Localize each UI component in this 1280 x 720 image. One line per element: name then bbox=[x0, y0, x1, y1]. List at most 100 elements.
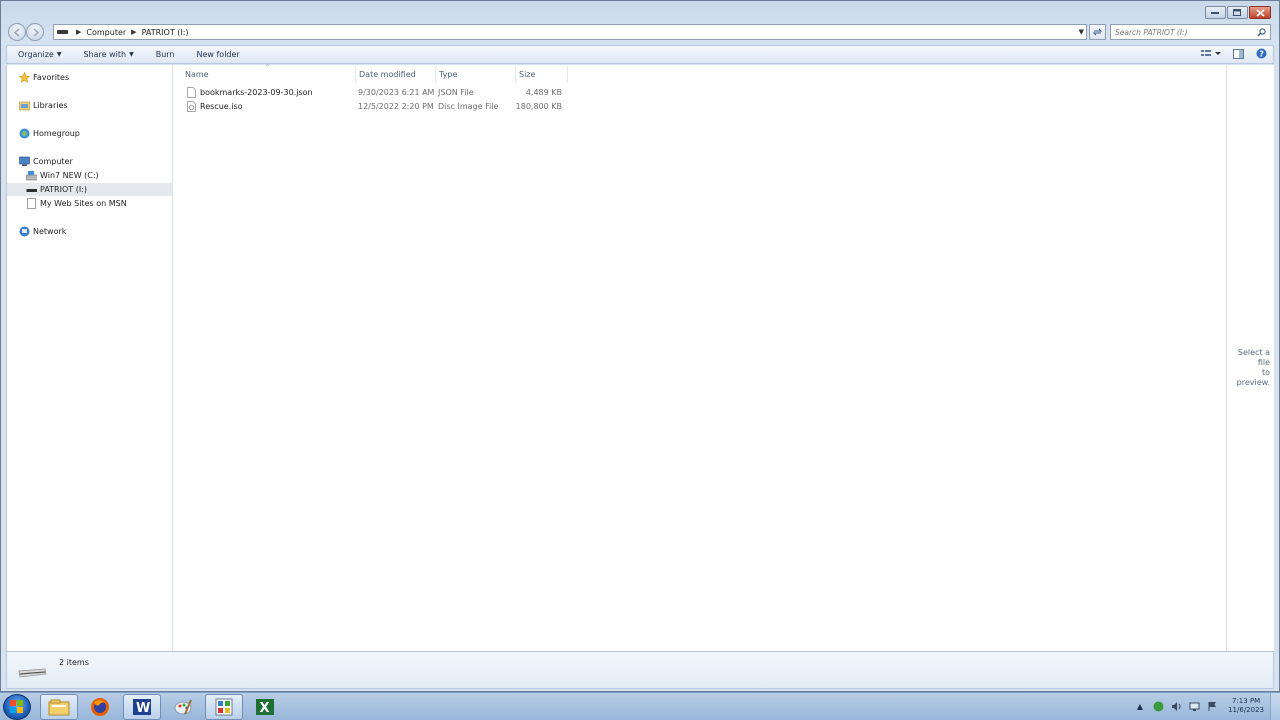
file-name-cell[interactable]: Rescue.iso bbox=[187, 99, 243, 113]
close-icon bbox=[1255, 8, 1265, 17]
preview-pane-button[interactable] bbox=[1233, 48, 1244, 59]
usb-drive-icon bbox=[26, 184, 37, 195]
back-button[interactable] bbox=[8, 23, 26, 41]
item-count: 2 items bbox=[59, 658, 89, 667]
sidebar-item-computer[interactable]: Computer bbox=[7, 155, 172, 168]
refresh-button[interactable] bbox=[1089, 24, 1106, 40]
show-hidden-icons-icon[interactable]: ▲ bbox=[1134, 701, 1146, 713]
column-header-label: Type bbox=[439, 70, 458, 79]
minimize-button[interactable] bbox=[1205, 6, 1226, 19]
explorer-window: ▶ Computer ▶ PATRIOT (I:) ▼ Organize▼ Sh… bbox=[0, 0, 1280, 692]
column-divider[interactable] bbox=[567, 66, 568, 83]
search-icon[interactable] bbox=[1257, 28, 1266, 37]
security-shield-icon[interactable] bbox=[1152, 701, 1164, 713]
preview-pane: Select a file to preview. bbox=[1226, 65, 1274, 651]
taskbar-word[interactable]: W bbox=[123, 694, 161, 720]
search-input[interactable] bbox=[1115, 27, 1255, 37]
computer-icon bbox=[19, 156, 30, 167]
sort-ascending-icon: ^ bbox=[265, 64, 271, 71]
share-with-button[interactable]: Share with ▼ bbox=[72, 46, 144, 63]
help-button[interactable]: ? bbox=[1256, 48, 1267, 59]
column-divider[interactable] bbox=[435, 66, 436, 83]
taskbar-paint[interactable] bbox=[164, 694, 202, 720]
sidebar-item-patriot-drive[interactable]: PATRIOT (I:) bbox=[7, 183, 172, 196]
minimize-icon bbox=[1211, 11, 1219, 14]
close-button[interactable] bbox=[1249, 6, 1271, 19]
help-icon: ? bbox=[1256, 48, 1267, 59]
taskbar-excel[interactable]: X bbox=[246, 694, 284, 720]
sidebar-item-network[interactable]: Network bbox=[7, 225, 172, 238]
word-icon: W bbox=[133, 699, 151, 716]
forward-button[interactable] bbox=[26, 23, 44, 41]
action-center-flag-icon[interactable] bbox=[1206, 701, 1218, 713]
network-status-icon[interactable] bbox=[1188, 701, 1200, 713]
clock-time: 7:13 PM bbox=[1231, 697, 1261, 705]
taskbar-windows-explorer[interactable] bbox=[40, 694, 78, 720]
file-date: 9/30/2023 6:21 AM bbox=[358, 87, 435, 97]
maximize-button[interactable] bbox=[1227, 6, 1248, 19]
navigation-pane[interactable]: Favorites Libraries Homegroup Computer W… bbox=[7, 65, 173, 651]
address-dropdown-icon[interactable]: ▼ bbox=[1079, 28, 1084, 36]
file-date: 12/5/2022 2:20 PM bbox=[358, 101, 434, 111]
table-row[interactable]: Rescue.iso 12/5/2022 2:20 PM Disc Image … bbox=[182, 99, 572, 113]
drive-icon bbox=[26, 170, 37, 181]
file-name-cell[interactable]: bookmarks-2023-09-30.json bbox=[187, 85, 313, 99]
column-header-label: Name bbox=[185, 70, 209, 79]
homegroup-icon bbox=[19, 128, 30, 139]
start-button[interactable] bbox=[3, 694, 31, 720]
volume-icon[interactable] bbox=[1170, 701, 1182, 713]
excel-icon: X bbox=[256, 699, 274, 716]
column-header-size[interactable]: Size bbox=[519, 68, 535, 81]
file-name: Rescue.iso bbox=[200, 101, 243, 111]
system-clock[interactable]: 7:13 PM 11/6/2023 bbox=[1228, 697, 1264, 715]
column-divider[interactable] bbox=[355, 66, 356, 83]
usb-drive-icon bbox=[57, 30, 68, 34]
burn-button[interactable]: Burn bbox=[145, 46, 186, 63]
taskbar-firefox[interactable] bbox=[81, 694, 119, 720]
maximize-icon bbox=[1233, 8, 1241, 16]
address-bar[interactable]: ▶ Computer ▶ PATRIOT (I:) ▼ bbox=[53, 24, 1087, 40]
firefox-icon bbox=[91, 698, 109, 716]
network-icon bbox=[19, 226, 30, 237]
taskbar: W X ▲ 7:13 PM 11/6/2023 bbox=[0, 692, 1280, 720]
sidebar-item-label: Win7 NEW (C:) bbox=[40, 171, 99, 180]
view-controls: ? bbox=[1201, 48, 1267, 59]
organize-button[interactable]: Organize ▼ bbox=[7, 46, 72, 63]
command-bar: Organize ▼ Share with ▼ Burn New folder ? bbox=[6, 45, 1274, 64]
taskbar-control-panel[interactable] bbox=[205, 694, 243, 720]
breadcrumb-patriot[interactable]: PATRIOT (I:) bbox=[142, 28, 189, 37]
column-divider[interactable] bbox=[515, 66, 516, 83]
file-list-pane[interactable]: Name ^ Date modified Type Size bookmarks… bbox=[174, 64, 1226, 651]
breadcrumb-separator-icon[interactable]: ▶ bbox=[76, 28, 81, 36]
show-desktop-button[interactable] bbox=[1270, 693, 1280, 720]
svg-text:X: X bbox=[260, 701, 270, 716]
sidebar-item-my-web-sites[interactable]: My Web Sites on MSN bbox=[7, 197, 172, 210]
clock-date: 11/6/2023 bbox=[1228, 706, 1264, 714]
sidebar-item-label: PATRIOT (I:) bbox=[40, 185, 87, 194]
content-area: Favorites Libraries Homegroup Computer W… bbox=[6, 64, 1274, 651]
preview-pane-icon bbox=[1233, 48, 1244, 59]
column-header-date-modified[interactable]: Date modified bbox=[359, 68, 416, 81]
column-header-name[interactable]: Name bbox=[185, 68, 209, 81]
organize-label: Organize bbox=[18, 50, 54, 59]
star-icon bbox=[19, 72, 30, 83]
chevron-down-icon: ▼ bbox=[129, 51, 134, 58]
sidebar-item-label: Favorites bbox=[33, 73, 70, 82]
svg-text:?: ? bbox=[1259, 50, 1264, 59]
search-box[interactable] bbox=[1110, 24, 1271, 40]
file-icon bbox=[187, 86, 196, 98]
control-panel-icon bbox=[215, 698, 233, 716]
column-header-type[interactable]: Type bbox=[439, 68, 457, 81]
table-row[interactable]: bookmarks-2023-09-30.json 9/30/2023 6:21… bbox=[182, 85, 572, 99]
sidebar-item-win7-drive[interactable]: Win7 NEW (C:) bbox=[7, 169, 172, 182]
breadcrumb-separator-icon[interactable]: ▶ bbox=[131, 28, 136, 36]
new-folder-button[interactable]: New folder bbox=[185, 46, 250, 63]
change-view-button[interactable] bbox=[1201, 49, 1221, 59]
view-list-icon bbox=[1201, 49, 1221, 56]
sidebar-item-homegroup[interactable]: Homegroup bbox=[7, 127, 172, 140]
sidebar-item-favorites[interactable]: Favorites bbox=[7, 71, 172, 84]
breadcrumb-computer[interactable]: Computer bbox=[86, 28, 126, 37]
sidebar-item-libraries[interactable]: Libraries bbox=[7, 99, 172, 112]
sidebar-item-label: Network bbox=[33, 227, 67, 236]
document-icon bbox=[26, 198, 37, 209]
